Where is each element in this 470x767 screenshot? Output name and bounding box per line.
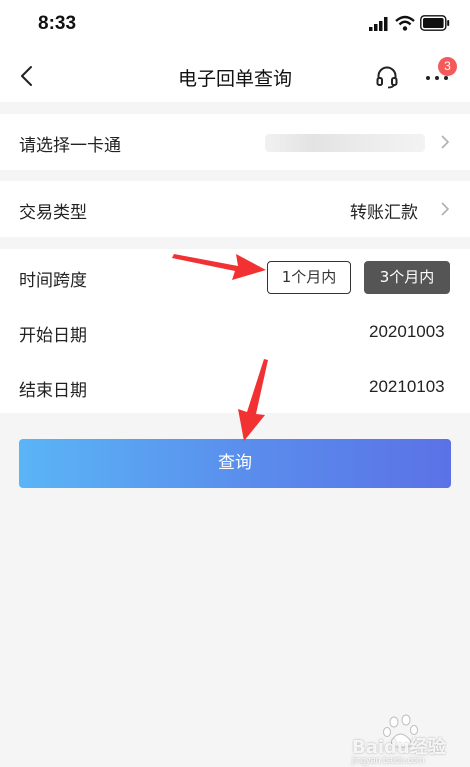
headset-icon[interactable]: [375, 65, 399, 89]
chevron-right-icon: [441, 202, 450, 216]
transaction-type-label: 交易类型: [19, 203, 87, 223]
annotation-arrow-down: [238, 359, 268, 441]
nav-bar: 电子回单查询: [0, 50, 470, 102]
end-date-value[interactable]: 20210103: [369, 377, 445, 397]
start-date-value[interactable]: 20201003: [369, 322, 445, 342]
signal-icon: [369, 17, 388, 31]
time-span-label: 时间跨度: [19, 271, 87, 291]
time-span-3-months[interactable]: 3个月内: [364, 261, 450, 294]
battery-icon: [420, 15, 450, 31]
transaction-type-row[interactable]: 交易类型 转账汇款: [0, 181, 470, 237]
time-span-1-month[interactable]: 1个月内: [267, 261, 351, 294]
status-bar: 8:33: [0, 0, 470, 50]
page-title: 电子回单查询: [177, 68, 292, 90]
chevron-right-icon: [441, 135, 450, 149]
watermark-url: jingyan.baidu.com: [352, 755, 425, 765]
wifi-icon: [395, 15, 415, 31]
card-select-row[interactable]: 请选择一卡通: [0, 114, 470, 170]
transaction-type-value: 转账汇款: [350, 203, 418, 223]
status-time: 8:33: [38, 13, 77, 34]
query-button[interactable]: 查询: [19, 439, 451, 488]
notification-badge: 3: [438, 57, 457, 76]
card-number-blurred: [265, 134, 425, 152]
annotation-arrow-right: [172, 254, 266, 280]
end-date-label: 结束日期: [19, 381, 87, 401]
card-select-label: 请选择一卡通: [19, 136, 121, 156]
start-date-label: 开始日期: [19, 326, 87, 346]
